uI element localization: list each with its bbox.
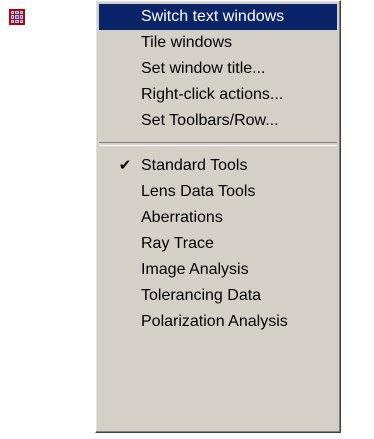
checkmark-icon: ✔ xyxy=(118,157,132,174)
grid-cell xyxy=(11,19,15,23)
menu-item-image-analysis[interactable]: Image Analysis xyxy=(99,257,337,283)
menu-item-label: Ray Trace xyxy=(141,235,214,252)
menu-item-standard-tools[interactable]: ✔ Standard Tools xyxy=(99,153,337,179)
menu-item-switch-text-windows[interactable]: Switch text windows xyxy=(99,4,337,30)
grid-cell xyxy=(15,11,19,15)
menu-separator xyxy=(99,142,337,146)
menu-item-label: Standard Tools xyxy=(141,157,248,174)
grid-cell xyxy=(11,11,15,15)
grid-cell xyxy=(19,11,23,15)
menu-item-label: Tile windows xyxy=(141,34,232,51)
grid-cell xyxy=(19,19,23,23)
menu-item-label: Tolerancing Data xyxy=(141,287,262,304)
grid-cell xyxy=(15,15,19,19)
menu-item-label: Aberrations xyxy=(141,209,223,226)
menu-item-polarization-analysis[interactable]: Polarization Analysis xyxy=(99,309,337,335)
menu-item-label: Set window title... xyxy=(141,60,266,77)
menu-item-aberrations[interactable]: Aberrations xyxy=(99,205,337,231)
menu-item-label: Lens Data Tools xyxy=(141,183,256,200)
menu-item-label: Switch text windows xyxy=(141,8,285,25)
menu-item-lens-data-tools[interactable]: Lens Data Tools xyxy=(99,179,337,205)
menu-item-right-click-actions[interactable]: Right-click actions... xyxy=(99,82,337,108)
window-grid-icon[interactable] xyxy=(9,9,25,25)
grid-cell xyxy=(11,15,15,19)
grid-cell xyxy=(15,19,19,23)
menu-item-label: Image Analysis xyxy=(141,261,249,278)
menu-item-label: Set Toolbars/Row... xyxy=(141,112,279,129)
menu-item-set-window-title[interactable]: Set window title... xyxy=(99,56,337,82)
menu-item-label: Right-click actions... xyxy=(141,86,284,103)
menu-item-ray-trace[interactable]: Ray Trace xyxy=(99,231,337,257)
menu-item-tolerancing-data[interactable]: Tolerancing Data xyxy=(99,283,337,309)
menu-item-label: Polarization Analysis xyxy=(141,313,288,330)
menu-item-tile-windows[interactable]: Tile windows xyxy=(99,30,337,56)
grid-cell xyxy=(19,15,23,19)
window-context-menu: Switch text windows Tile windows Set win… xyxy=(95,0,341,433)
menu-item-set-toolbars-row[interactable]: Set Toolbars/Row... xyxy=(99,108,337,134)
